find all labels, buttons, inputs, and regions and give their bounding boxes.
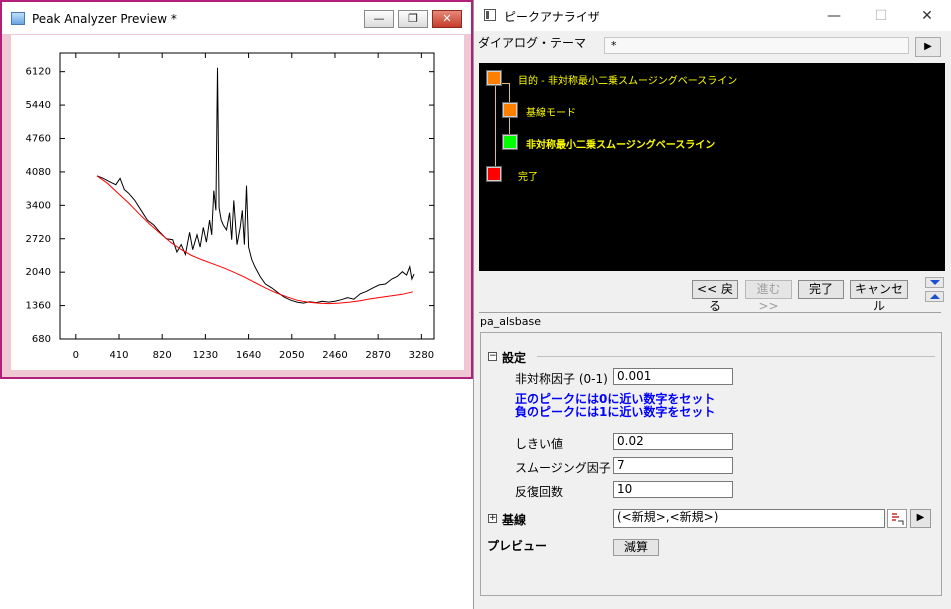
threshold-label: しきい値	[515, 437, 564, 451]
next-button[interactable]: 進む >>	[745, 280, 792, 313]
separator	[479, 312, 941, 313]
wizard-flowchart: 目的 - 非対称最小二乗スムージングベースライン 基線モード 非対称最小二乗スム…	[479, 63, 945, 271]
asymmetric-factor-input[interactable]: 0.001	[613, 368, 733, 385]
x-tick-label: 0	[73, 350, 79, 361]
y-tick-label: 2040	[26, 267, 51, 278]
baseline-group-label: 基線	[502, 513, 527, 527]
x-tick-label: 2050	[279, 350, 304, 361]
baseline-dataset-field[interactable]: (<新規>,<新規>)	[613, 509, 885, 528]
expand-up-button[interactable]	[925, 291, 944, 302]
x-tick-label: 820	[153, 350, 172, 361]
baseline-menu-arrow-button[interactable]: ▶	[910, 509, 931, 528]
preview-window-title: Peak Analyzer Preview *	[32, 12, 177, 26]
iterations-input[interactable]: 10	[613, 481, 733, 498]
theme-combobox[interactable]: *	[604, 37, 909, 54]
select-data-icon[interactable]	[887, 509, 907, 528]
flow-step-label[interactable]: 基線モード	[526, 104, 576, 119]
back-button[interactable]: << 戻る	[692, 280, 738, 313]
preview-label: プレビュー	[487, 539, 548, 553]
preview-window: Peak Analyzer Preview * — ❐ ✕ 0 410 820 123…	[0, 0, 473, 379]
dialog-app-icon	[484, 9, 496, 21]
restore-button[interactable]: ❐	[398, 10, 428, 28]
x-tick-label: 2870	[365, 350, 390, 361]
dialog-name-label: pa_alsbase	[480, 315, 541, 328]
flow-node-als-baseline[interactable]	[502, 134, 518, 150]
y-tick-label: 5440	[26, 100, 51, 111]
graph-window-icon	[11, 12, 25, 25]
y-tick-label: 680	[32, 334, 51, 345]
y-tick-label: 4080	[26, 167, 51, 178]
dialog-titlebar[interactable]: ピークアナライザ — ☐ ✕	[474, 0, 951, 31]
peak-analyzer-dialog: ピークアナライザ — ☐ ✕ ダイアログ・テーマ * ▶ 目的 - 非対称最小二…	[473, 0, 951, 609]
minimize-button[interactable]: —	[364, 10, 394, 28]
x-tick-label: 410	[109, 350, 128, 361]
y-tick-label: 1360	[26, 301, 51, 312]
x-tick-label: 1230	[193, 350, 218, 361]
y-tick-label: 2720	[26, 234, 51, 245]
smoothing-factor-input[interactable]: 7	[613, 457, 733, 474]
data-selector-icon	[892, 513, 904, 525]
x-tick-label: 2460	[322, 350, 347, 361]
flow-step-label-current[interactable]: 非対称最小二乗スムージングベースライン	[526, 136, 715, 151]
subtract-button[interactable]: 減算	[613, 539, 659, 556]
smoothing-factor-label: スムージング因子	[515, 461, 611, 475]
collapse-down-button[interactable]	[925, 277, 944, 288]
flow-node-finish[interactable]	[486, 166, 502, 182]
dialog-maximize-button[interactable]: ☐	[866, 6, 896, 26]
x-tick-label: 3280	[409, 350, 434, 361]
close-button[interactable]: ✕	[432, 10, 462, 28]
flow-step-label[interactable]: 目的 - 非対称最小二乗スムージングベースライン	[518, 72, 737, 87]
x-tick-label: 1640	[236, 350, 261, 361]
flow-step-label[interactable]: 完了	[518, 168, 538, 183]
hint-negative-peaks: 負のピークには1に近い数字をセット	[515, 405, 716, 419]
finish-button[interactable]: 完了	[798, 280, 844, 299]
y-tick-label: 3400	[26, 200, 51, 211]
y-tick-label: 6120	[26, 67, 51, 78]
baseline-expand-icon[interactable]: +	[488, 514, 497, 523]
dialog-close-button[interactable]: ✕	[912, 6, 942, 26]
preview-graph-area: 0 410 820 1230 1640 2050 2460 2870 3280 680 1360 20…	[11, 35, 464, 370]
settings-panel: − 設定 非対称因子 (0-1) 0.001 正のピークには0に近い数字をセット…	[480, 332, 942, 596]
settings-collapse-icon[interactable]: −	[488, 352, 497, 361]
dialog-title: ピークアナライザ	[504, 10, 600, 24]
flow-node-goal[interactable]	[486, 70, 502, 86]
flow-node-baseline-mode[interactable]	[502, 102, 518, 118]
y-tick-label: 4760	[26, 134, 51, 145]
cancel-button[interactable]: キャンセル	[850, 280, 908, 313]
group-divider	[537, 356, 935, 357]
threshold-input[interactable]: 0.02	[613, 433, 733, 450]
flow-connector	[495, 77, 496, 175]
dialog-minimize-button[interactable]: —	[819, 6, 849, 26]
settings-group-label: 設定	[502, 351, 527, 365]
preview-chart: 0 410 820 1230 1640 2050 2460 2870 3280 680 1360 20…	[26, 52, 435, 361]
preview-titlebar[interactable]: Peak Analyzer Preview * — ❐ ✕	[2, 2, 471, 34]
iterations-label: 反復回数	[515, 485, 564, 499]
theme-label: ダイアログ・テーマ	[478, 36, 587, 50]
theme-menu-arrow-button[interactable]: ▶	[915, 37, 941, 57]
asymmetric-factor-label: 非対称因子 (0-1)	[515, 372, 608, 386]
